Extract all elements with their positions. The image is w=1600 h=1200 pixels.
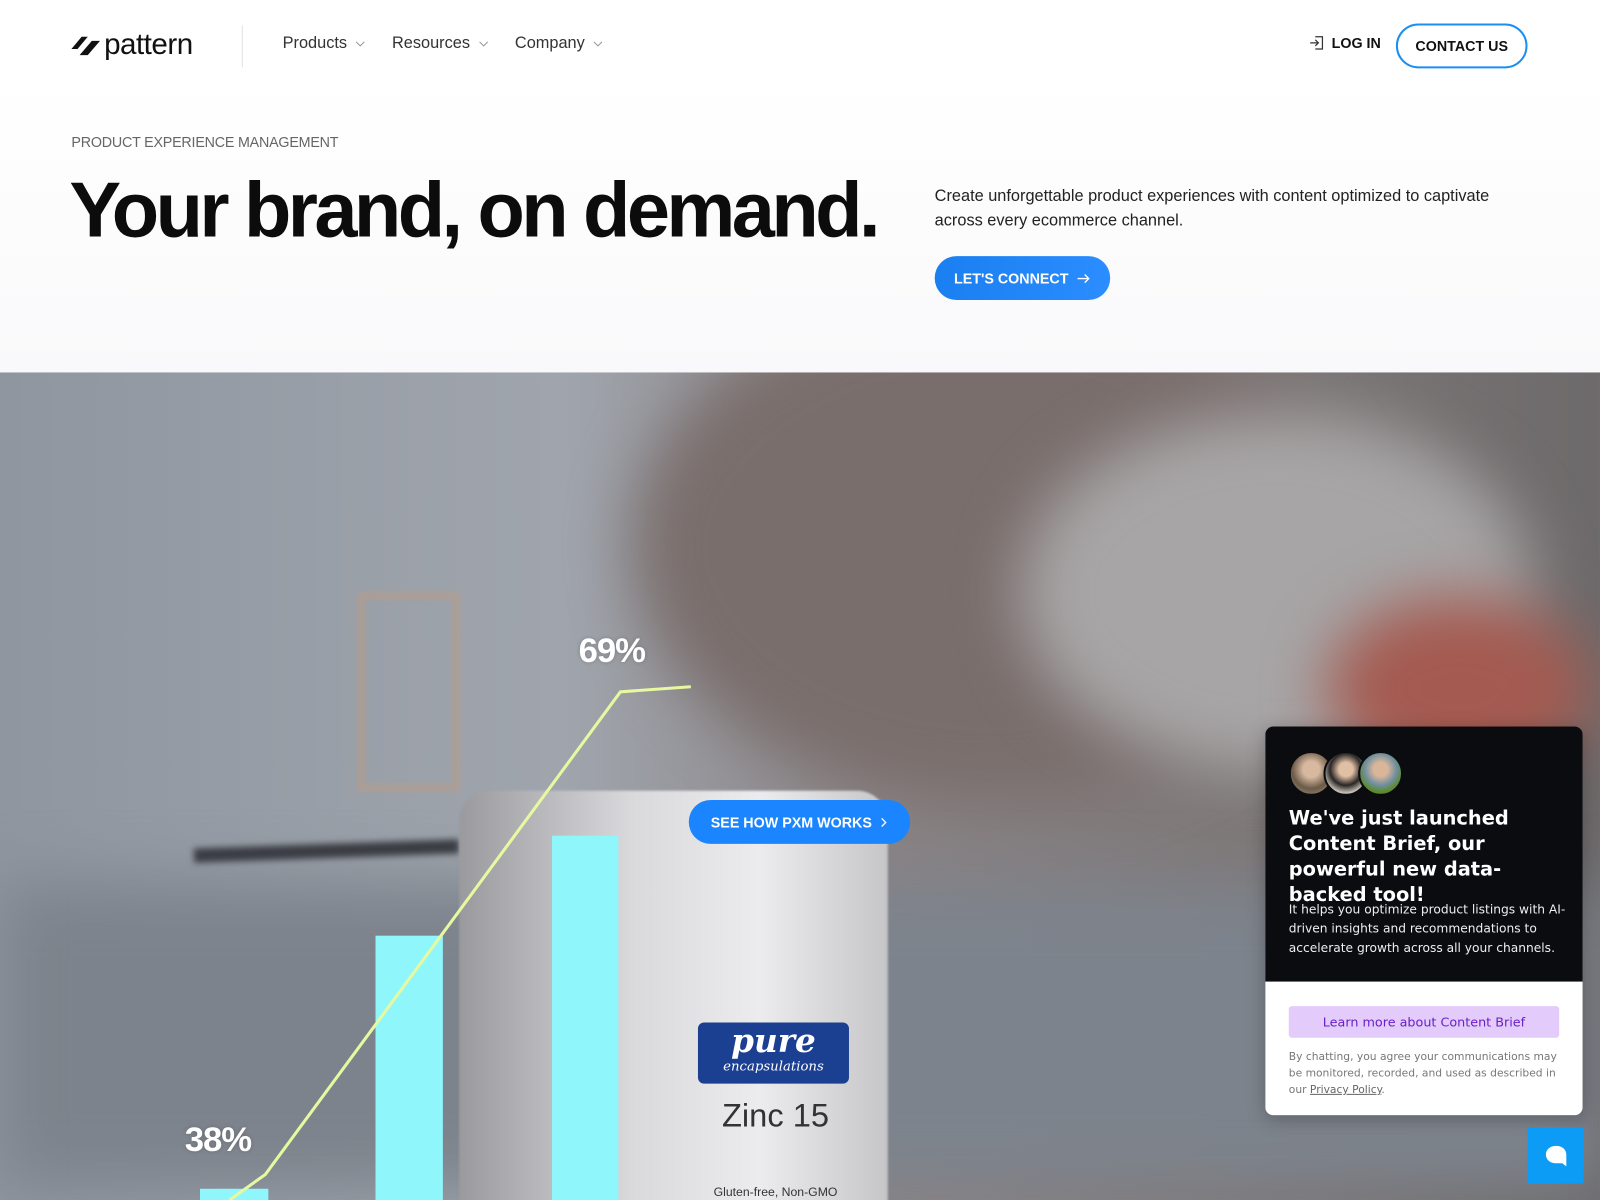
chevron-down-icon [478, 41, 488, 47]
agent-avatars [1288, 751, 1404, 796]
hero-header-section: pattern Products Resources Company LOG I… [0, 0, 1600, 373]
contact-us-button[interactable]: CONTACT US [1395, 23, 1528, 69]
chat-widget: We've just launched Content Brief, our p… [1265, 726, 1583, 1116]
chevron-down-icon [593, 41, 603, 47]
chevron-down-icon [355, 41, 365, 47]
cta-label: LET'S CONNECT [953, 269, 1069, 287]
nav-company[interactable]: Company [515, 35, 603, 53]
chat-title: We've just launched Content Brief, our p… [1288, 807, 1509, 907]
login-icon [1310, 36, 1324, 50]
main-nav: Products Resources Company [283, 35, 604, 53]
legal-suffix: . [1381, 1083, 1385, 1096]
video-cta-label: SEE HOW PXM WORKS [710, 813, 872, 831]
arrow-right-icon [1077, 273, 1090, 283]
eyebrow: PRODUCT EXPERIENCE MANAGEMENT [71, 133, 339, 150]
pattern-logo[interactable]: pattern [71, 28, 193, 63]
chat-bubble-icon [1545, 1145, 1566, 1166]
chat-body: It helps you optimize product listings w… [1288, 902, 1566, 956]
chat-footer: Learn more about Content Brief By chatti… [1265, 981, 1583, 1116]
page-title: Your brand, on demand. [69, 167, 880, 255]
chat-header: We've just launched Content Brief, our p… [1265, 726, 1583, 982]
chat-legal-text: By chatting, you agree your communicatio… [1289, 1049, 1565, 1098]
see-how-pxm-works-button[interactable]: SEE HOW PXM WORKS [688, 799, 911, 844]
login-link[interactable]: LOG IN [1309, 35, 1381, 51]
learn-more-button[interactable]: Learn more about Content Brief [1288, 1006, 1560, 1038]
nav-resources[interactable]: Resources [392, 35, 488, 53]
stat-label: 69% [578, 631, 646, 671]
chat-launcher-button[interactable] [1527, 1127, 1584, 1184]
hero-subtext: Create unforgettable product experiences… [934, 187, 1490, 230]
nav-products[interactable]: Products [283, 35, 366, 53]
login-label: LOG IN [1331, 34, 1381, 52]
logo-mark-icon [71, 36, 100, 55]
lets-connect-button[interactable]: LET'S CONNECT [934, 256, 1111, 300]
logo-text: pattern [104, 28, 193, 62]
nav-label: Products [282, 34, 348, 53]
nav-label: Resources [391, 34, 471, 53]
avatar [1358, 751, 1404, 796]
chevron-right-icon [881, 817, 888, 827]
page: pattern Products Resources Company LOG I… [0, 0, 1600, 1200]
divider [241, 25, 243, 68]
nav-label: Company [514, 34, 585, 53]
privacy-policy-link[interactable]: Privacy Policy [1310, 1084, 1381, 1096]
stat-label: 38% [184, 1120, 252, 1160]
